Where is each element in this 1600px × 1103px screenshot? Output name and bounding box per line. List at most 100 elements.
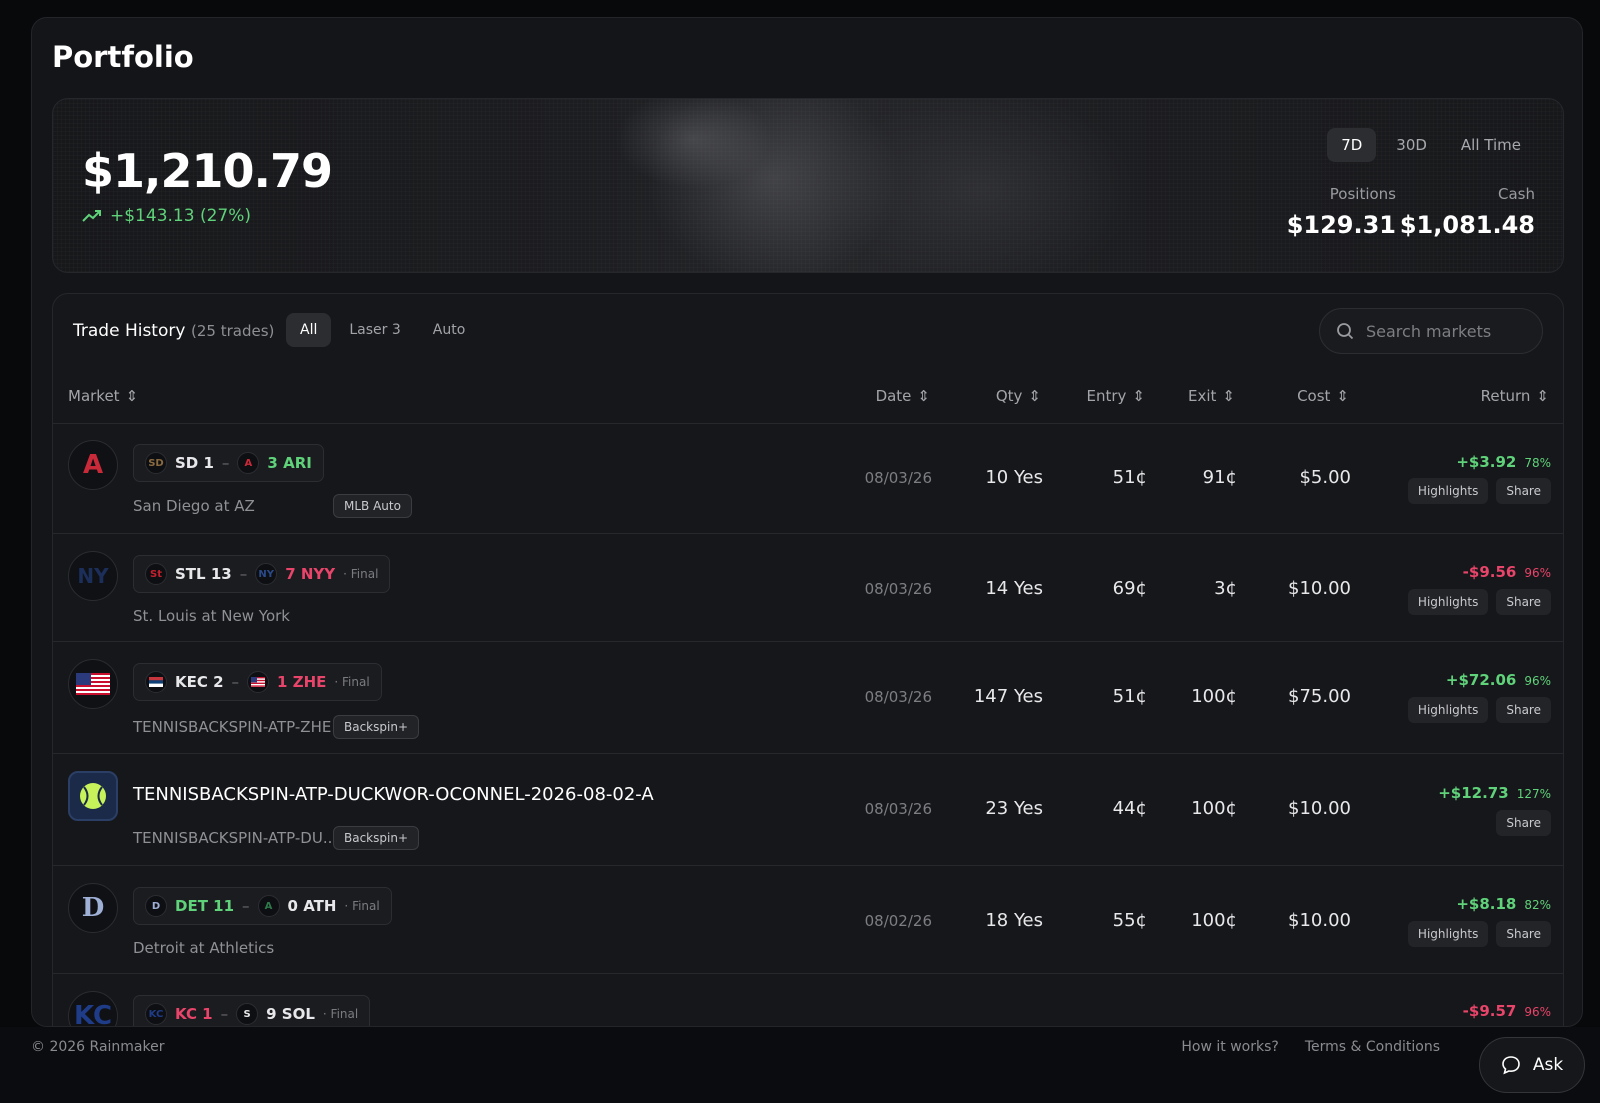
market-subtitle: TENNISBACKSPIN-ATP-ZHE... <box>133 718 346 736</box>
col-date-label: Date <box>875 387 912 405</box>
range-7d[interactable]: 7D <box>1327 128 1377 162</box>
trade-cost: $10.00 <box>1288 798 1351 819</box>
trade-date: 08/02/26 <box>864 912 932 930</box>
trade-return: +$12.73 127% <box>1438 783 1551 802</box>
team-icon-ath: A <box>257 895 280 917</box>
table-row[interactable]: A SD SD 1 – A 3 ARI San Diego at AZ MLB … <box>53 424 1563 534</box>
sort-icon: ⇕ <box>1536 387 1549 405</box>
sort-icon: ⇕ <box>1336 387 1349 405</box>
row-actions: Highlights Share <box>1407 697 1551 723</box>
trade-return: -$9.57 96% <box>1463 1001 1551 1020</box>
return-amount: -$9.56 <box>1462 563 1517 581</box>
highlights-button[interactable]: Highlights <box>1407 589 1489 615</box>
trade-date: 08/03/26 <box>864 688 932 706</box>
col-return[interactable]: Return ⇕ <box>1481 387 1549 405</box>
team-b-score: 9 SOL <box>266 1005 315 1023</box>
trade-qty: 10 Yes <box>985 467 1043 488</box>
team-b-score: 7 NYY <box>285 565 336 583</box>
share-button[interactable]: Share <box>1496 478 1551 504</box>
trade-return: -$9.56 96% <box>1463 562 1551 581</box>
highlights-button[interactable]: Highlights <box>1407 697 1489 723</box>
cash-value: $1,081.48 <box>1399 211 1535 239</box>
search-input[interactable] <box>1366 321 1526 341</box>
highlights-button[interactable]: Highlights <box>1407 921 1489 947</box>
return-amount: -$9.57 <box>1462 1002 1517 1020</box>
trade-date: 08/03/26 <box>864 580 932 598</box>
game-status: · Final <box>344 899 380 913</box>
table-row[interactable]: NY St STL 13 – NY 7 NYY · Final St. Loui… <box>53 535 1563 642</box>
row-actions: Highlights Share <box>1407 921 1551 947</box>
table-row[interactable]: D D DET 11 – A 0 ATH · Final Detroit at … <box>53 867 1563 974</box>
trade-exit: 100¢ <box>1191 686 1237 707</box>
share-button[interactable]: Share <box>1496 921 1551 947</box>
trade-entry: 51¢ <box>1112 467 1147 488</box>
team-logo-ari: A <box>68 440 118 490</box>
game-status: · Final <box>334 675 370 689</box>
trade-cost: $75.00 <box>1288 686 1351 707</box>
col-exit-label: Exit <box>1188 387 1217 405</box>
return-pct: 78% <box>1524 456 1551 470</box>
table-row[interactable]: KC KC KC 1 – S 9 SOL · Final -$9.57 96% <box>53 975 1563 1026</box>
col-qty[interactable]: Qty ⇕ <box>996 387 1041 405</box>
trade-entry: 69¢ <box>1112 578 1147 599</box>
team-icon-stl: St <box>145 563 167 585</box>
terms-link[interactable]: Terms & Conditions <box>1305 1039 1440 1055</box>
total-balance: $1,210.79 <box>82 144 333 198</box>
share-button[interactable]: Share <box>1496 589 1551 615</box>
trade-return: +$72.06 96% <box>1446 670 1551 689</box>
trade-qty: 14 Yes <box>985 578 1043 599</box>
search-box <box>1319 308 1543 354</box>
row-actions: Share <box>1496 810 1551 836</box>
balance-change-text: +$143.13 (27%) <box>110 206 251 226</box>
strategy-tag: Backspin+ <box>333 715 419 739</box>
return-amount: +$8.18 <box>1456 895 1517 913</box>
page-title: Portfolio <box>52 40 194 74</box>
return-amount: +$3.92 <box>1456 453 1517 471</box>
team-icon-det: D <box>145 895 167 917</box>
market-subtitle: San Diego at AZ <box>133 497 255 515</box>
range-30d[interactable]: 30D <box>1382 128 1441 162</box>
sort-icon: ⇕ <box>1028 387 1041 405</box>
trade-entry: 55¢ <box>1112 910 1147 931</box>
filter-laser-3[interactable]: Laser 3 <box>335 313 414 347</box>
score-divider: – <box>231 673 240 691</box>
game-status-text: Final <box>330 1007 359 1021</box>
col-exit[interactable]: Exit ⇕ <box>1188 387 1235 405</box>
table-row[interactable]: KEC 2 – 1 ZHE · Final TENNISBACKSPIN-ATP… <box>53 643 1563 754</box>
team-a-score: KEC 2 <box>175 673 224 691</box>
col-cost[interactable]: Cost ⇕ <box>1297 387 1349 405</box>
filter-auto[interactable]: Auto <box>419 313 480 347</box>
table-row[interactable]: TENNISBACKSPIN-ATP-DUCKWOR-OCONNEL-2026-… <box>53 755 1563 866</box>
cash-stat: Cash $1,081.48 <box>1400 185 1535 239</box>
team-logo-kc: KC <box>68 991 118 1026</box>
team-a-score: STL 13 <box>175 565 232 583</box>
ask-button[interactable]: Ask <box>1479 1037 1585 1093</box>
copyright: © 2026 Rainmaker <box>31 1039 165 1055</box>
col-market[interactable]: Market ⇕ <box>68 387 138 405</box>
cash-label: Cash <box>1498 185 1535 203</box>
col-date[interactable]: Date ⇕ <box>876 387 930 405</box>
game-status: · Final <box>343 567 379 581</box>
trade-exit: 3¢ <box>1214 578 1237 599</box>
filter-all[interactable]: All <box>286 313 332 347</box>
flag-serbia-icon <box>145 671 167 693</box>
how-it-works-link[interactable]: How it works? <box>1181 1039 1278 1055</box>
team-icon-sd: SD <box>145 452 167 474</box>
trade-cost: $10.00 <box>1288 910 1351 931</box>
trade-count: (25 trades) <box>191 322 275 340</box>
score-divider: – <box>242 897 250 915</box>
col-entry[interactable]: Entry ⇕ <box>1087 387 1146 405</box>
trending-up-icon <box>82 210 101 222</box>
highlights-button[interactable]: Highlights <box>1407 478 1489 504</box>
team-icon-ari: A <box>237 452 260 474</box>
share-button[interactable]: Share <box>1496 697 1551 723</box>
market-title: TENNISBACKSPIN-ATP-DUCKWOR-OCONNEL-2026-… <box>133 784 654 805</box>
share-button[interactable]: Share <box>1496 810 1551 836</box>
tennis-ball-icon <box>68 771 118 821</box>
row-actions: Highlights Share <box>1407 478 1551 504</box>
score-chip: KEC 2 – 1 ZHE · Final <box>133 663 382 701</box>
range-all-time[interactable]: All Time <box>1447 128 1535 162</box>
team-logo-det: D <box>68 883 118 933</box>
trade-cost: $10.00 <box>1288 578 1351 599</box>
positions-value: $129.31 <box>1286 211 1396 239</box>
